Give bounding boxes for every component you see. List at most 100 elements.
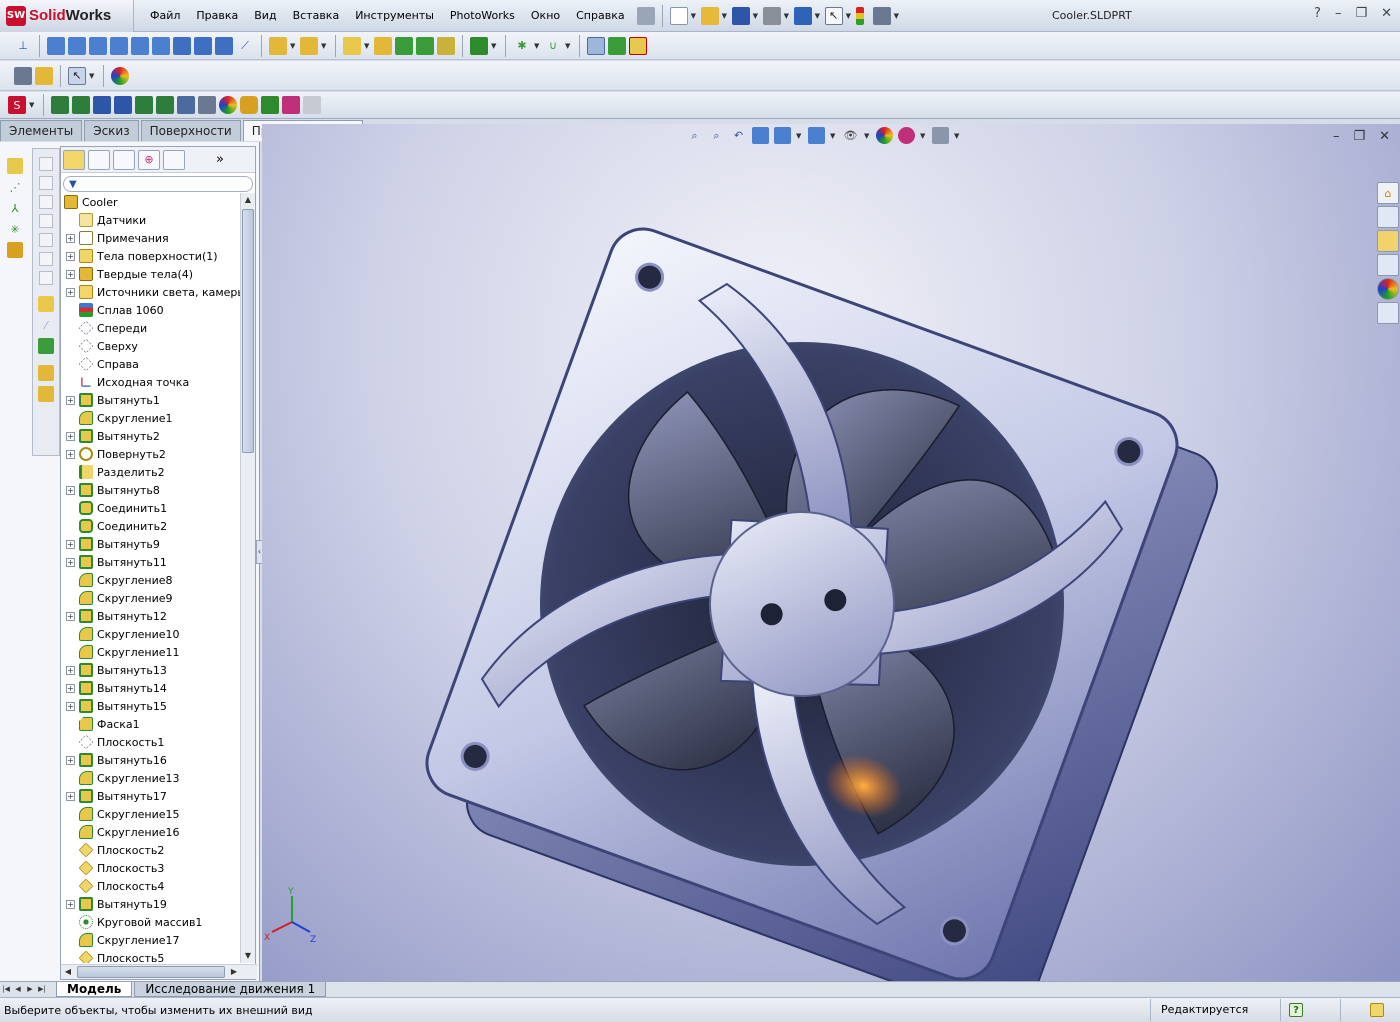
tree-item[interactable]: Скругление9: [61, 589, 241, 607]
display-style-icon[interactable]: [808, 127, 825, 144]
sketch-tools-icon[interactable]: ✱: [513, 37, 531, 55]
tree-item[interactable]: + Вытянуть14: [61, 679, 241, 697]
expand-plus-icon[interactable]: +: [66, 251, 75, 261]
tree-item[interactable]: Сверху: [61, 337, 241, 355]
render-area-icon[interactable]: [72, 96, 90, 114]
tree-item[interactable]: Датчики: [61, 211, 241, 229]
feature-tree-tab-icon[interactable]: [63, 149, 85, 170]
tree-item[interactable]: Плоскость1: [61, 733, 241, 751]
tree-item[interactable]: + Вытянуть1: [61, 391, 241, 409]
expand-plus-icon[interactable]: +: [66, 557, 75, 567]
tree-item[interactable]: + Вытянуть8: [61, 481, 241, 499]
decal-icon[interactable]: [261, 96, 279, 114]
expand-plus-icon[interactable]: +: [66, 449, 75, 459]
tree-item[interactable]: Скругление16: [61, 823, 241, 841]
scene-icon[interactable]: [177, 96, 195, 114]
chevron-down-icon[interactable]: ▼: [894, 12, 901, 20]
scroll-right-icon[interactable]: ▶: [227, 965, 241, 979]
expand-plus-icon[interactable]: +: [66, 683, 75, 693]
expand-plus-icon[interactable]: +: [66, 395, 75, 405]
chevron-down-icon[interactable]: ▼: [89, 72, 96, 80]
design-library-icon[interactable]: [1377, 206, 1399, 228]
tree-item[interactable]: Сплав 1060: [61, 301, 241, 319]
scroll-left-icon[interactable]: ◀: [61, 965, 75, 979]
scroll-down-icon[interactable]: ▼: [241, 949, 255, 963]
tree-item[interactable]: Скругление13: [61, 769, 241, 787]
chevron-down-icon[interactable]: ▼: [830, 132, 837, 140]
previous-view-icon[interactable]: ↶: [730, 127, 747, 144]
close-icon[interactable]: ✕: [1379, 129, 1390, 144]
properties-icon[interactable]: [14, 66, 32, 85]
expand-plus-icon[interactable]: +: [66, 287, 75, 297]
close-icon[interactable]: ✕: [1381, 6, 1392, 21]
appearances-scenes-icon[interactable]: [1377, 278, 1399, 300]
dimxpert-tab-icon[interactable]: ⊕: [138, 149, 160, 170]
reference-geometry-icon[interactable]: [300, 36, 318, 55]
options-icon[interactable]: [872, 6, 891, 25]
tree-item[interactable]: Плоскость4: [61, 877, 241, 895]
zoom-to-fit-icon[interactable]: ⌕: [686, 127, 703, 144]
custom-properties-icon[interactable]: [1377, 302, 1399, 324]
help-icon[interactable]: ?: [1314, 6, 1321, 21]
convert-entities-icon[interactable]: [38, 338, 54, 354]
chevron-down-icon[interactable]: ▼: [691, 12, 698, 20]
file-explorer-icon[interactable]: [1377, 230, 1399, 252]
menu-item[interactable]: Окно: [523, 0, 568, 32]
tree-item[interactable]: Справа: [61, 355, 241, 373]
tree-item[interactable]: + Вытянуть11: [61, 553, 241, 571]
chevron-down-icon[interactable]: ▼: [753, 12, 760, 20]
tree-item[interactable]: Скругление1: [61, 409, 241, 427]
command-tab[interactable]: Элементы: [0, 120, 83, 141]
scroll-up-icon[interactable]: ▲: [241, 193, 255, 207]
chevron-down-icon[interactable]: ▼: [29, 101, 36, 109]
tree-item[interactable]: Скругление8: [61, 571, 241, 589]
command-tab[interactable]: Эскиз: [84, 120, 139, 141]
expand-plus-icon[interactable]: +: [66, 233, 75, 243]
tree-item[interactable]: + Вытянуть15: [61, 697, 241, 715]
model-tab[interactable]: Модель: [56, 981, 133, 997]
chevron-down-icon[interactable]: ▼: [784, 12, 791, 20]
bottom-view-icon[interactable]: [152, 36, 170, 55]
tree-item[interactable]: Скругление17: [61, 931, 241, 949]
tree-item[interactable]: + Вытянуть19: [61, 895, 241, 913]
apply-scene-icon[interactable]: [898, 127, 915, 144]
chevron-down-icon[interactable]: ▼: [954, 132, 961, 140]
tree-item[interactable]: Скругление10: [61, 625, 241, 643]
tree-item[interactable]: Плоскость3: [61, 859, 241, 877]
tree-horizontal-scrollbar[interactable]: ◀ ▶: [61, 964, 257, 979]
rebuild-tool-icon[interactable]: [1370, 1003, 1384, 1017]
expand-plus-icon[interactable]: +: [66, 539, 75, 549]
view-palette-icon[interactable]: [1377, 254, 1399, 276]
pattern-icon[interactable]: [470, 36, 488, 55]
menu-item[interactable]: Правка: [188, 0, 246, 32]
tree-item[interactable]: + Повернуть2: [61, 445, 241, 463]
solidworks-logo[interactable]: SW Solid Works: [0, 0, 134, 32]
new-document-icon[interactable]: [669, 6, 688, 25]
menu-item[interactable]: Вид: [246, 0, 284, 32]
menu-item[interactable]: PhotoWorks: [442, 0, 523, 32]
link-view-icon[interactable]: ⟋: [236, 37, 254, 55]
chevron-down-icon[interactable]: ▼: [796, 132, 803, 140]
undo-icon[interactable]: [793, 6, 812, 25]
select-arrow-icon[interactable]: ↖: [68, 66, 86, 85]
menu-item[interactable]: Справка: [568, 0, 632, 32]
expand-plus-icon[interactable]: +: [66, 665, 75, 675]
options-icon[interactable]: [198, 96, 216, 114]
expand-plus-icon[interactable]: +: [66, 611, 75, 621]
tree-root[interactable]: Cooler: [61, 193, 241, 211]
expand-plus-icon[interactable]: +: [66, 899, 75, 909]
tree-item[interactable]: Плоскость2: [61, 841, 241, 859]
pin-icon[interactable]: [636, 6, 655, 25]
restore-icon[interactable]: ❐: [1355, 6, 1367, 21]
chevron-down-icon[interactable]: ▼: [321, 42, 328, 50]
swap-icon[interactable]: [608, 36, 626, 55]
expand-plus-icon[interactable]: +: [66, 269, 75, 279]
rebuild-traffic-light-icon[interactable]: [855, 6, 864, 25]
restore-icon[interactable]: ❐: [1353, 129, 1365, 144]
expand-plus-icon[interactable]: +: [66, 485, 75, 495]
menu-item[interactable]: Вставка: [285, 0, 348, 32]
insert-part-icon[interactable]: [38, 365, 54, 381]
cooler-fan-model[interactable]: [262, 124, 1400, 982]
graphics-area[interactable]: ⌕ ⌕ ↶ ▼ ▼ 👁 ▼ ▼ ▼ – ❐ ✕ ⌂ Y X Z: [262, 124, 1400, 982]
features-icon[interactable]: [343, 36, 361, 55]
